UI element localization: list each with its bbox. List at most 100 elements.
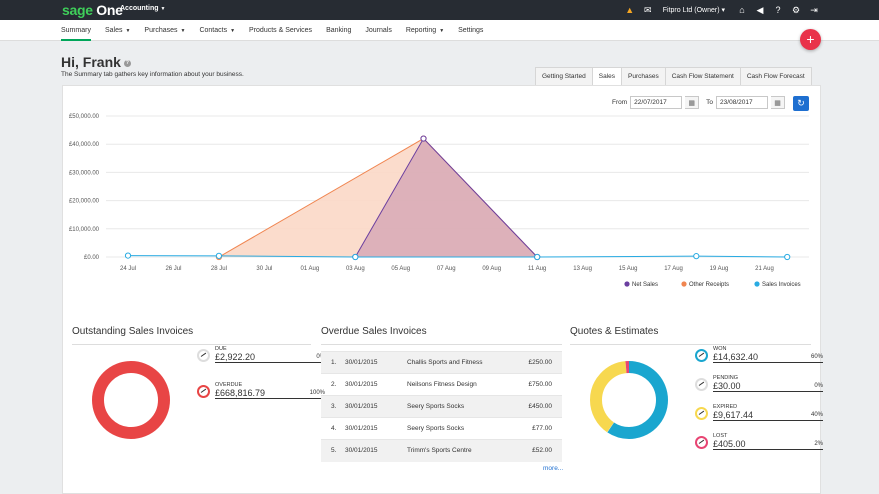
quotes-title: Quotes & Estimates: [570, 326, 659, 337]
sales-area-chart: £50,000.00 £40,000.00 £30,000.00 £20,000.00…: [69, 114, 809, 288]
x-tick-label: 24 Jul: [120, 266, 136, 272]
tab-getting-started[interactable]: Getting Started: [535, 67, 593, 85]
divider: [321, 344, 562, 345]
table-row[interactable]: 5. 30/01/2015 Trimm's Sports Centre £52.00: [321, 439, 562, 462]
outstanding-title: Outstanding Sales Invoices: [72, 326, 194, 337]
nav-item-settings[interactable]: Settings: [458, 20, 483, 41]
nav-item-products-services[interactable]: Products & Services: [249, 20, 312, 41]
tab-cash-flow-statement[interactable]: Cash Flow Statement: [664, 67, 741, 85]
nav-item-contacts[interactable]: Contacts ▼: [199, 20, 235, 41]
customer-name: Seery Sports Socks: [403, 417, 513, 440]
invoice-amount: £750.00: [512, 373, 562, 396]
legend-label[interactable]: Net Sales: [632, 282, 658, 288]
settings-icon[interactable]: ⚙: [791, 5, 801, 15]
customer-name: Trimm's Sports Centre: [403, 439, 513, 462]
data-point[interactable]: [215, 252, 223, 259]
tab-sales[interactable]: Sales: [591, 67, 622, 85]
chevron-down-icon: ▼: [439, 28, 445, 34]
quick-add-button[interactable]: +: [800, 29, 821, 50]
main-nav-bar: Summary Sales ▼ Purchases ▼ Contacts ▼ Products…: [0, 20, 879, 41]
nav-item-summary[interactable]: Summary: [61, 20, 91, 41]
quotes-legend-item: WON £14,632.40 60%: [695, 346, 823, 363]
invoice-date: 30/01/2015: [341, 439, 403, 462]
quotes-legend-item: EXPIRED £9,617.44 40%: [695, 404, 823, 421]
data-point[interactable]: [784, 253, 791, 261]
help-icon[interactable]: ?: [773, 5, 783, 15]
divider: [570, 344, 811, 345]
chevron-down-icon: ▼: [125, 28, 131, 34]
company-switcher[interactable]: Fitpro Ltd (Owner) ▾: [663, 6, 725, 14]
legend-label[interactable]: Other Receipts: [689, 282, 729, 288]
x-tick-label: 03 Aug: [346, 266, 365, 272]
help-icon[interactable]: ?: [123, 59, 131, 67]
legend-percent: 40%: [810, 412, 823, 418]
overdue-invoices-table: 1. 30/01/2015 Challis Sports and Fitness £2…: [321, 351, 562, 462]
home-icon[interactable]: ⌂: [737, 5, 747, 15]
legend-marker: [681, 281, 687, 287]
legend-percent: 2%: [814, 441, 823, 447]
legend-marker: [754, 281, 760, 287]
page-title: Hi, Frank?: [61, 54, 131, 70]
x-tick-label: 21 Aug: [755, 266, 774, 272]
top-bar: sage One Accounting ▼ ▲ ✉ Fitpro Ltd (Ow…: [0, 0, 879, 20]
x-tick-label: 30 Jul: [256, 266, 272, 272]
row-number: 1.: [321, 351, 341, 374]
quotes-legend-item: PENDING £30.00 0%: [695, 375, 823, 392]
table-row[interactable]: 1. 30/01/2015 Challis Sports and Fitness £2…: [321, 351, 562, 374]
legend-value: £14,632.40: [713, 352, 759, 362]
logout-icon[interactable]: ⇥: [809, 5, 819, 15]
y-tick-label: £30,000.00: [69, 170, 100, 176]
outstanding-legend-item: DUE£2,922.200%: [197, 346, 325, 363]
invoice-amount: £250.00: [512, 351, 562, 374]
gauge-icon: [695, 349, 708, 362]
nav-item-purchases[interactable]: Purchases ▼: [144, 20, 185, 41]
data-point[interactable]: [534, 253, 541, 261]
data-point[interactable]: [693, 253, 700, 260]
nav-item-journals[interactable]: Journals: [365, 20, 391, 41]
nav-item-sales[interactable]: Sales ▼: [105, 20, 130, 41]
row-number: 4.: [321, 417, 341, 440]
row-number: 5.: [321, 439, 341, 462]
invoice-date: 30/01/2015: [341, 351, 403, 374]
tab-purchases[interactable]: Purchases: [621, 67, 666, 85]
divider: [72, 344, 311, 345]
outstanding-donut: [92, 361, 170, 439]
gauge-icon: [695, 378, 708, 391]
x-tick-label: 07 Aug: [437, 266, 456, 272]
legend-value: £9,617.44: [713, 410, 754, 420]
notifications-icon[interactable]: ▲: [625, 5, 635, 15]
table-row[interactable]: 3. 30/01/2015 Seery Sports Socks £450.00: [321, 395, 562, 418]
mail-icon[interactable]: ✉: [643, 5, 653, 15]
to-label: To: [706, 99, 714, 106]
announcements-icon[interactable]: ◀: [755, 5, 765, 15]
nav-item-banking[interactable]: Banking: [326, 20, 351, 41]
y-tick-label: £10,000.00: [69, 227, 100, 233]
sage-one-logo[interactable]: sage One: [62, 2, 123, 18]
product-switcher[interactable]: Accounting ▼: [120, 5, 165, 12]
data-point[interactable]: [352, 253, 359, 261]
x-tick-label: 17 Aug: [664, 266, 683, 272]
customer-name: Neilsons Fitness Design: [403, 373, 513, 396]
legend-value: £2,922.20: [215, 352, 256, 362]
data-point[interactable]: [124, 252, 132, 259]
data-point[interactable]: [420, 135, 427, 142]
legend-value: £405.00: [713, 439, 746, 449]
x-tick-label: 05 Aug: [391, 266, 410, 272]
x-tick-label: 09 Aug: [482, 266, 501, 272]
page-subtitle: The Summary tab gathers key information …: [61, 71, 244, 78]
x-tick-label: 01 Aug: [301, 266, 320, 272]
x-tick-label: 11 Aug: [528, 266, 546, 272]
table-row[interactable]: 2. 30/01/2015 Neilsons Fitness Design £750.…: [321, 373, 562, 396]
y-tick-label: £20,000.00: [69, 199, 100, 205]
gauge-icon: [695, 407, 708, 420]
more-link[interactable]: more...: [543, 465, 563, 472]
summary-tabs: Getting Started Sales Purchases Cash Flow S…: [535, 67, 812, 85]
nav-item-reporting[interactable]: Reporting ▼: [406, 20, 444, 41]
tab-cash-flow-forecast[interactable]: Cash Flow Forecast: [739, 67, 812, 85]
legend-label[interactable]: Sales Invoices: [762, 282, 801, 288]
legend-value: £668,816.79: [215, 388, 266, 398]
invoice-date: 30/01/2015: [341, 373, 403, 396]
y-tick-label: £0.00: [84, 255, 100, 261]
table-row[interactable]: 4. 30/01/2015 Seery Sports Socks £77.00: [321, 417, 562, 440]
row-number: 3.: [321, 395, 341, 418]
